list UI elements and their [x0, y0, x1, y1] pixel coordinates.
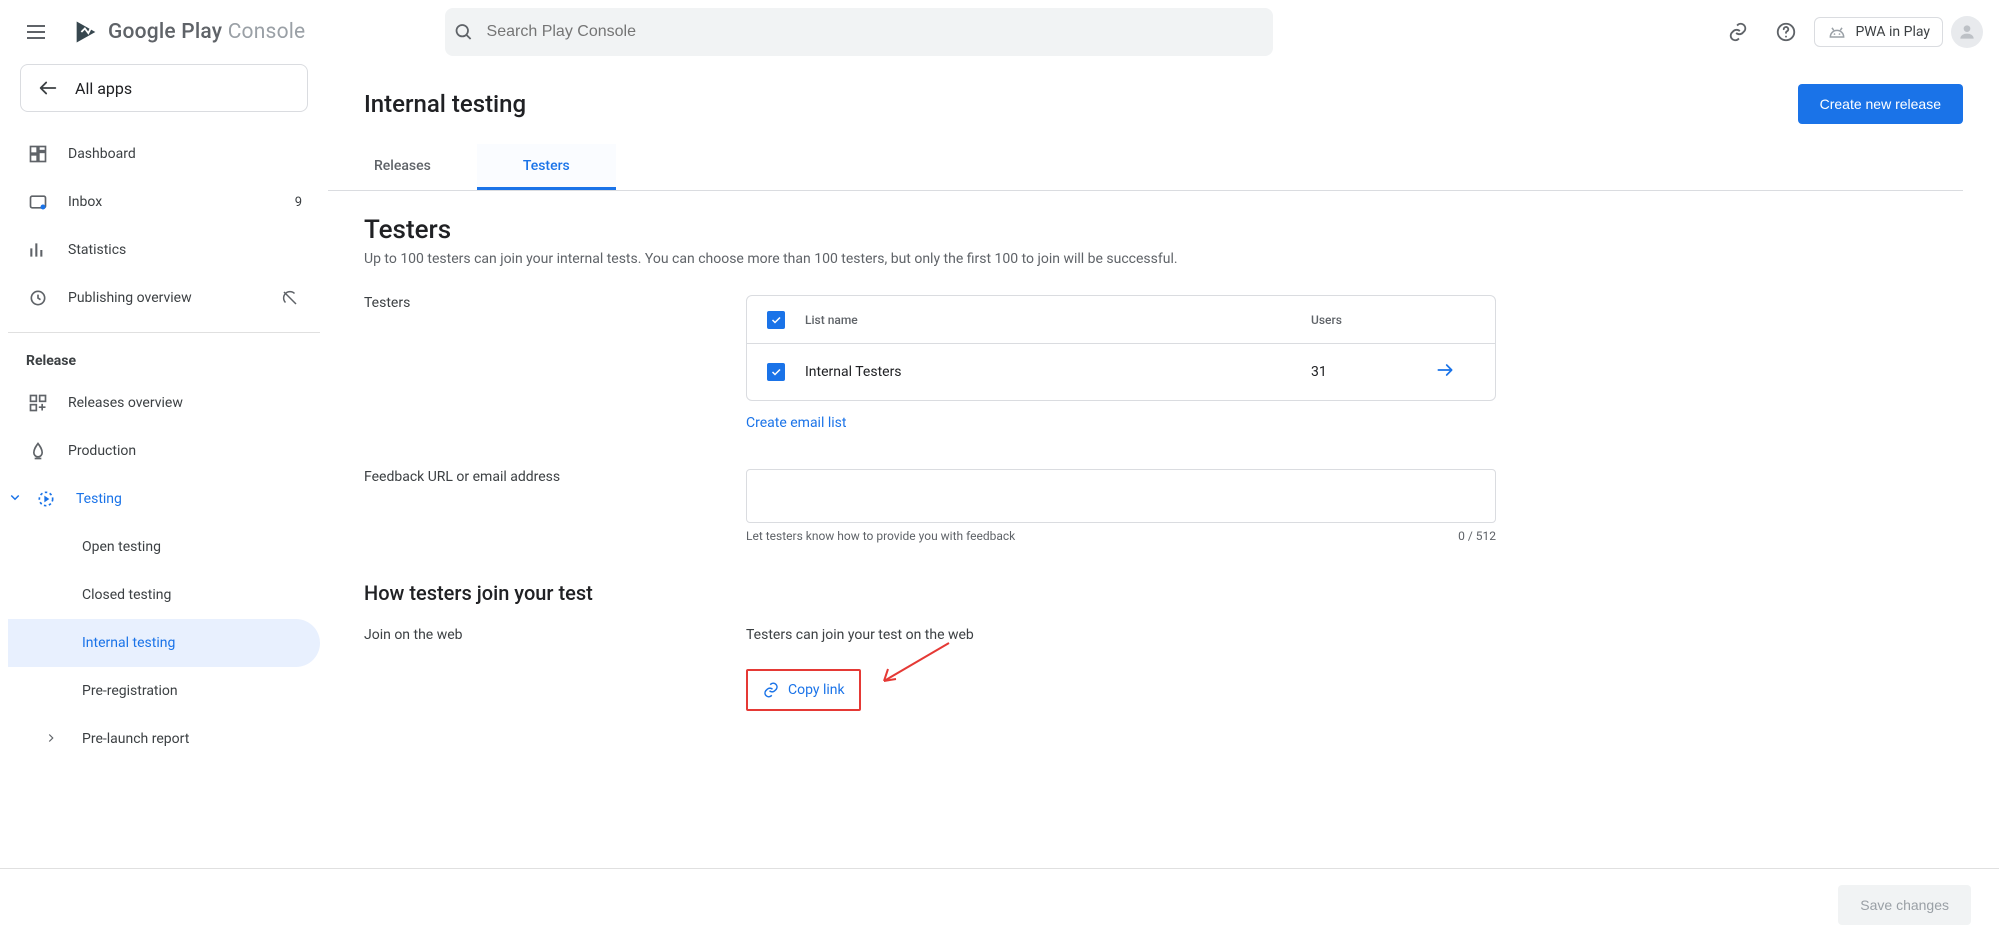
feedback-char-counter: 0 / 512: [1458, 529, 1496, 543]
user-avatar[interactable]: [1951, 16, 1983, 48]
arrow-left-icon: [37, 77, 59, 99]
create-new-release-button[interactable]: Create new release: [1798, 84, 1963, 124]
chevron-down-icon: [6, 488, 24, 510]
sidebar-label: Closed testing: [82, 587, 302, 603]
android-icon: [1827, 24, 1847, 40]
testing-icon: [34, 487, 58, 511]
footer-bar: Save changes: [0, 868, 1999, 940]
sidebar-label: Statistics: [68, 242, 302, 258]
feedback-input[interactable]: [746, 469, 1496, 523]
link-icon[interactable]: [1718, 12, 1758, 52]
releases-overview-icon: [26, 391, 50, 415]
help-icon[interactable]: [1766, 12, 1806, 52]
sidebar-label: Testing: [76, 491, 302, 507]
publishing-overview-icon: [26, 286, 50, 310]
save-changes-button[interactable]: Save changes: [1838, 885, 1971, 925]
production-icon: [26, 439, 50, 463]
tab-releases[interactable]: Releases: [328, 144, 477, 190]
tab-testers[interactable]: Testers: [477, 144, 616, 190]
testers-heading: Testers: [364, 215, 1963, 245]
sidebar-label: Internal testing: [82, 635, 302, 651]
statistics-icon: [26, 238, 50, 262]
main-content: Internal testing Create new release Rele…: [328, 64, 1999, 865]
app-chip[interactable]: PWA in Play: [1814, 17, 1943, 47]
inbox-badge: 9: [295, 195, 302, 210]
inbox-icon: [26, 190, 50, 214]
sidebar-label: Production: [68, 443, 302, 459]
sidebar-item-dashboard[interactable]: Dashboard: [8, 130, 320, 178]
all-apps-label: All apps: [75, 79, 132, 98]
row-list-name: Internal Testers: [805, 364, 1265, 380]
col-users: Users: [1265, 313, 1435, 327]
sidebar-subitem-internal-testing[interactable]: Internal testing: [8, 619, 320, 667]
play-console-logo-icon: [72, 18, 100, 46]
tester-lists-table: List name Users Internal Testers 31: [746, 295, 1496, 401]
sidebar-label: Open testing: [82, 539, 302, 555]
col-list-name: List name: [805, 313, 1265, 327]
chevron-right-icon: [44, 730, 58, 749]
tester-list-row[interactable]: Internal Testers 31: [747, 344, 1495, 400]
tabs: Releases Testers: [328, 144, 1963, 191]
sidebar-subitem-closed-testing[interactable]: Closed testing: [8, 571, 320, 619]
sidebar-subitem-pre-registration[interactable]: Pre-registration: [8, 667, 320, 715]
testers-field-label: Testers: [364, 295, 734, 311]
checkbox-all[interactable]: [767, 311, 785, 329]
search-input[interactable]: [485, 22, 1266, 42]
sidebar-label: Dashboard: [68, 146, 302, 162]
sidebar-item-statistics[interactable]: Statistics: [8, 226, 320, 274]
search-box[interactable]: [445, 8, 1273, 56]
search-icon: [453, 21, 474, 43]
feedback-field-label: Feedback URL or email address: [364, 469, 734, 485]
sidebar-label: Inbox: [68, 194, 277, 210]
join-heading: How testers join your test: [364, 581, 1963, 605]
sidebar-item-inbox[interactable]: Inbox 9: [8, 178, 320, 226]
sidebar: All apps Dashboard Inbox 9 Statistics Pu…: [0, 64, 328, 865]
logo-text: Google Play Console: [108, 22, 305, 43]
sync-off-icon: [278, 286, 302, 310]
sidebar-item-production[interactable]: Production: [8, 427, 320, 475]
hamburger-menu-icon[interactable]: [16, 12, 56, 52]
app-chip-label: PWA in Play: [1855, 24, 1930, 40]
testers-subheading: Up to 100 testers can join your internal…: [364, 251, 1963, 267]
sidebar-label: Releases overview: [68, 395, 302, 411]
arrow-right-icon[interactable]: [1435, 360, 1495, 384]
sidebar-label: Publishing overview: [68, 290, 260, 306]
sidebar-item-releases-overview[interactable]: Releases overview: [8, 379, 320, 427]
dashboard-icon: [26, 142, 50, 166]
join-label: Join on the web: [364, 627, 734, 643]
link-icon: [762, 681, 780, 699]
sidebar-subitem-open-testing[interactable]: Open testing: [8, 523, 320, 571]
top-right-actions: PWA in Play: [1718, 12, 1983, 52]
sidebar-label: Pre-launch report: [82, 731, 302, 747]
logo[interactable]: Google Play Console: [72, 18, 305, 46]
feedback-helper-text: Let testers know how to provide you with…: [746, 529, 1015, 543]
create-email-list-link[interactable]: Create email list: [746, 415, 846, 431]
topbar: Google Play Console PWA in Play: [0, 0, 1999, 64]
row-users-count: 31: [1265, 364, 1435, 380]
all-apps-button[interactable]: All apps: [20, 64, 308, 112]
sidebar-item-testing[interactable]: Testing: [8, 475, 320, 523]
sidebar-item-publishing-overview[interactable]: Publishing overview: [8, 274, 320, 322]
logo-text-secondary: Console: [228, 20, 306, 44]
sidebar-subitem-pre-launch-report[interactable]: Pre-launch report: [8, 715, 320, 763]
sidebar-section-release: Release: [8, 343, 320, 379]
sidebar-label: Pre-registration: [82, 683, 302, 699]
page-title: Internal testing: [364, 90, 1798, 118]
copy-link-label: Copy link: [788, 682, 845, 698]
copy-link-button[interactable]: Copy link: [746, 669, 861, 711]
logo-text-primary: Google Play: [108, 20, 222, 44]
checkbox-row[interactable]: [767, 363, 785, 381]
annotation-arrow-icon: [874, 639, 954, 689]
